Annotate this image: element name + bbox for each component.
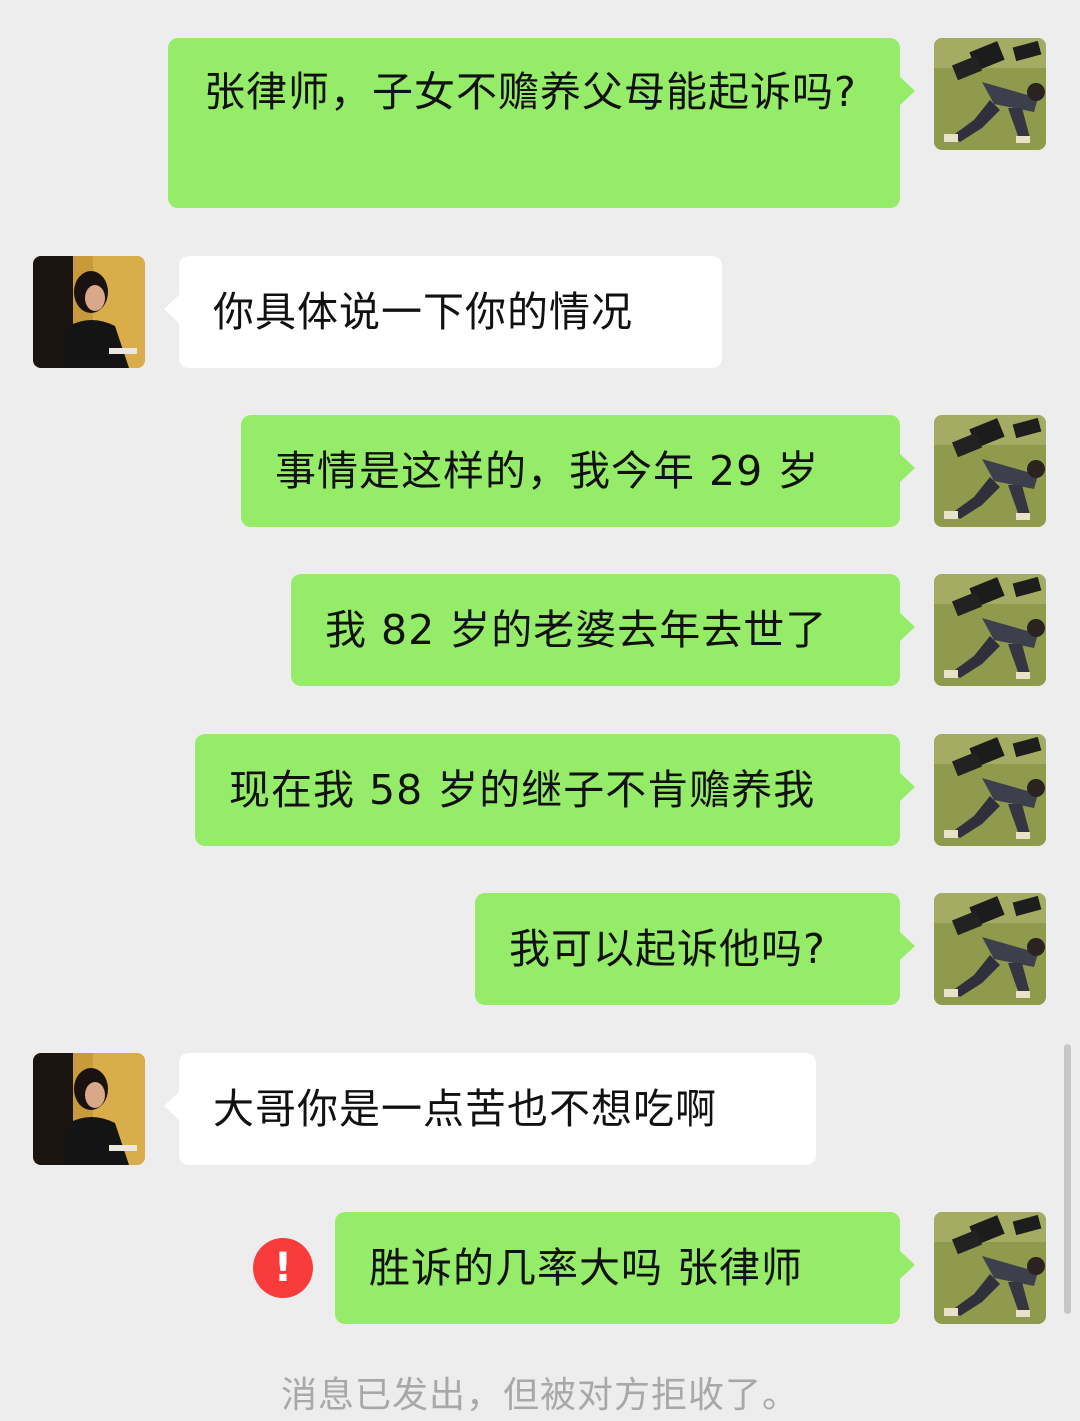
- message-rejected-notice: 消息已发出，但被对方拒收了。: [280, 1375, 799, 1416]
- sender-avatar[interactable]: [934, 574, 1046, 686]
- message-text: 现在我 58 岁的继子不肯赡养我: [229, 766, 816, 814]
- person-lying-on-floor-photo-icon: [934, 734, 1046, 846]
- message-text: 张律师，子女不赡养父母能起诉吗?: [204, 68, 857, 116]
- message-text: 事情是这样的，我今年 29 岁: [275, 447, 820, 495]
- person-lying-on-floor-photo-icon: [934, 893, 1046, 1005]
- scrollbar[interactable]: [1064, 1044, 1071, 1314]
- sender-avatar[interactable]: [934, 893, 1046, 1005]
- sender-avatar[interactable]: [934, 38, 1046, 150]
- error-glyph: !: [273, 1245, 293, 1291]
- message-text: 你具体说一下你的情况: [213, 288, 633, 336]
- exclamation-circle-icon[interactable]: !: [253, 1238, 313, 1298]
- sent-message-bubble[interactable]: 现在我 58 岁的继子不肯赡养我: [195, 734, 915, 846]
- person-lying-on-floor-photo-icon: [934, 415, 1046, 527]
- person-lying-on-floor-photo-icon: [934, 574, 1046, 686]
- sender-avatar[interactable]: [934, 415, 1046, 527]
- sent-message-bubble[interactable]: 我可以起诉他吗?: [475, 893, 915, 1005]
- receiver-avatar[interactable]: [33, 1053, 145, 1165]
- message-row: 你具体说一下你的情况: [0, 256, 1080, 368]
- message-row: ! 胜诉的几率大吗 张律师: [0, 1212, 1080, 1324]
- received-message-bubble[interactable]: 你具体说一下你的情况: [164, 256, 722, 368]
- sent-message-bubble[interactable]: 胜诉的几率大吗 张律师: [335, 1212, 915, 1324]
- sender-avatar[interactable]: [934, 734, 1046, 846]
- message-text: 我 82 岁的老婆去年去世了: [325, 606, 828, 654]
- sender-avatar[interactable]: [934, 1212, 1046, 1324]
- person-lying-on-floor-photo-icon: [934, 38, 1046, 150]
- woman-with-short-hair-photo-icon: [33, 1053, 145, 1165]
- receiver-avatar[interactable]: [33, 256, 145, 368]
- message-text: 我可以起诉他吗?: [509, 925, 826, 973]
- sent-message-bubble[interactable]: 我 82 岁的老婆去年去世了: [291, 574, 915, 686]
- message-row: 我可以起诉他吗?: [0, 893, 1080, 1005]
- message-text: 胜诉的几率大吗 张律师: [369, 1244, 804, 1292]
- message-row: 事情是这样的，我今年 29 岁: [0, 415, 1080, 527]
- message-row: 张律师，子女不赡养父母能起诉吗?: [0, 38, 1080, 208]
- person-lying-on-floor-photo-icon: [934, 1212, 1046, 1324]
- message-text: 大哥你是一点苦也不想吃啊: [213, 1085, 717, 1133]
- sent-message-bubble[interactable]: 事情是这样的，我今年 29 岁: [241, 415, 915, 527]
- message-row: 大哥你是一点苦也不想吃啊: [0, 1053, 1080, 1165]
- message-row: 现在我 58 岁的继子不肯赡养我: [0, 734, 1080, 846]
- received-message-bubble[interactable]: 大哥你是一点苦也不想吃啊: [164, 1053, 816, 1165]
- sent-message-bubble[interactable]: 张律师，子女不赡养父母能起诉吗?: [168, 38, 915, 208]
- woman-with-short-hair-photo-icon: [33, 256, 145, 368]
- message-row: 我 82 岁的老婆去年去世了: [0, 574, 1080, 686]
